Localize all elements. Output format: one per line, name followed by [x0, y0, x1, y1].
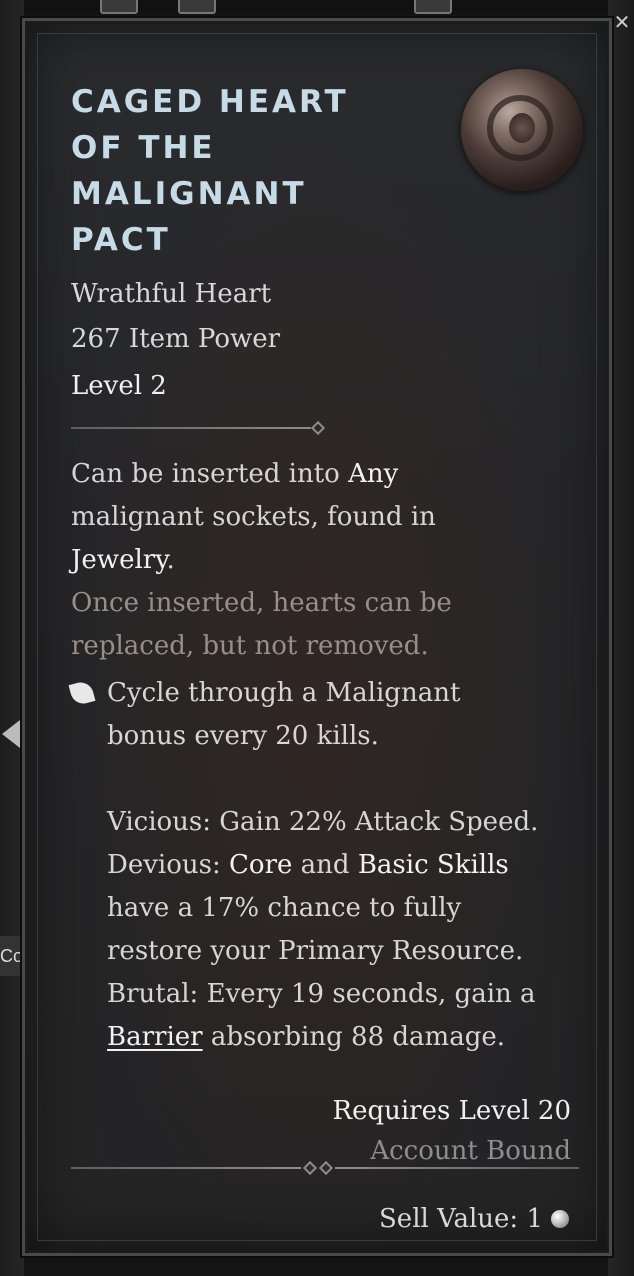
side-panel-label[interactable]: Co — [0, 936, 22, 976]
vicious-bonus: Vicious: Gain 22% Attack Speed. — [107, 807, 539, 837]
devious-bonus: Devious: Core and Basic Skills — [107, 850, 509, 880]
item-tooltip: CAGED HEART OF THE MALIGNANT PACT Wrathf… — [20, 16, 614, 1258]
item-name-line: OF THE — [71, 130, 216, 166]
item-name-line: MALIGNANT — [71, 176, 307, 212]
item-name-line: PACT — [71, 222, 171, 258]
caged-heart-icon — [461, 69, 583, 191]
arrow-left-icon[interactable] — [2, 720, 20, 748]
item-type: Wrathful Heart — [71, 279, 272, 309]
barrier-keyword-link[interactable]: Barrier — [107, 1022, 203, 1052]
close-icon[interactable]: ✕ — [610, 8, 634, 36]
divider-top — [71, 420, 331, 436]
brutal-bonus: Brutal: Every 19 seconds, gain a — [107, 979, 536, 1009]
item-name: CAGED HEART OF THE MALIGNANT PACT — [71, 79, 401, 263]
left-panel-edge — [0, 0, 24, 1276]
required-level: Requires Level 20 — [332, 1096, 571, 1126]
top-tab[interactable] — [414, 0, 452, 14]
gold-coin-icon — [551, 1210, 569, 1228]
insert-warning: Once inserted, hearts can be replaced, b… — [71, 588, 452, 661]
top-tab[interactable] — [178, 0, 216, 14]
item-power: 267 Item Power — [71, 324, 281, 354]
socket-description: Can be inserted into Any malignant socke… — [71, 459, 436, 575]
item-level: Level 2 — [71, 371, 167, 401]
sell-value-label: Sell Value: 1 — [379, 1204, 543, 1234]
divider-bottom — [71, 1160, 579, 1176]
top-tab-bar — [0, 0, 634, 14]
affix-description: Cycle through a Malignant bonus every 20… — [107, 678, 539, 1052]
item-name-line: CAGED HEART — [71, 84, 349, 120]
top-tab[interactable] — [100, 0, 138, 14]
sell-value: Sell Value: 1 — [379, 1201, 569, 1237]
